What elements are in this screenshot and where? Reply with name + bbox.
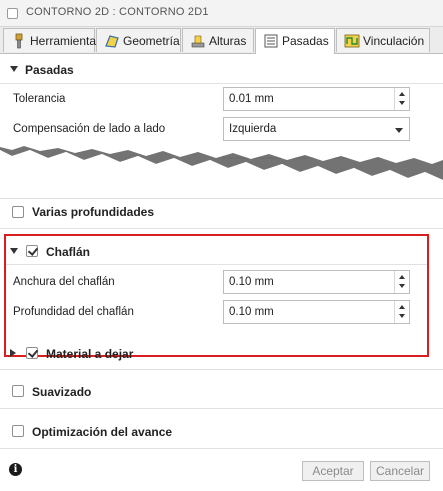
compensacion-select[interactable]: Izquierda — [223, 117, 410, 141]
window-title: CONTORNO 2D : CONTORNO 2D1 — [26, 6, 209, 18]
profundidad-chaflan-label: Profundidad del chaflán — [13, 306, 134, 318]
profundidad-chaflan-input[interactable]: 0.10 mm — [223, 300, 410, 324]
tab-vinculacion-label: Vinculación — [363, 34, 425, 48]
separator — [0, 83, 443, 84]
tab-alturas[interactable]: Alturas — [182, 28, 254, 52]
pasadas-collapse-arrow[interactable] — [10, 66, 18, 72]
tab-herramienta[interactable]: Herramienta — [3, 28, 97, 52]
varias-profundidades-checkbox[interactable] — [12, 206, 24, 218]
optimizacion-avance-checkbox[interactable] — [12, 425, 24, 437]
separator — [0, 369, 443, 370]
material-a-dejar-label: Material a dejar — [46, 347, 134, 361]
title-bar: CONTORNO 2D : CONTORNO 2D1 — [0, 0, 443, 27]
profundidad-chaflan-stepper[interactable] — [394, 301, 409, 323]
separator — [6, 264, 427, 265]
anchura-chaflan-label: Anchura del chaflán — [13, 276, 115, 288]
passes-icon — [264, 34, 278, 48]
separator — [0, 448, 443, 449]
compensacion-value: Izquierda — [229, 123, 277, 135]
chaflan-section-title: Chaflán — [46, 245, 91, 259]
tab-pasadas[interactable]: Pasadas — [255, 28, 335, 54]
separator — [0, 228, 443, 229]
chaflan-checkbox[interactable] — [26, 245, 38, 257]
material-a-dejar-checkbox[interactable] — [26, 347, 38, 359]
tab-alturas-label: Alturas — [209, 34, 247, 48]
separator — [0, 198, 443, 199]
pasadas-section-title: Pasadas — [25, 63, 74, 77]
tool-icon — [15, 33, 23, 49]
varias-profundidades-label: Varias profundidades — [32, 205, 155, 219]
geometry-icon — [105, 35, 119, 48]
chevron-down-icon — [395, 128, 403, 133]
tab-bar: Herramienta Geometría Alturas Pasadas Vi… — [0, 27, 443, 54]
tab-geometria[interactable]: Geometría — [96, 28, 181, 52]
tolerancia-input[interactable]: 0.01 mm — [223, 87, 410, 111]
suavizado-label: Suavizado — [32, 385, 92, 399]
tolerancia-label: Tolerancia — [13, 93, 66, 105]
tab-vinculacion[interactable]: Vinculación — [336, 28, 430, 52]
suavizado-checkbox[interactable] — [12, 385, 24, 397]
anchura-chaflan-stepper[interactable] — [394, 271, 409, 293]
optimizacion-avance-label: Optimización del avance — [32, 425, 173, 439]
heights-icon — [191, 35, 205, 48]
tolerancia-stepper[interactable] — [394, 88, 409, 110]
accept-button[interactable]: Aceptar — [302, 461, 364, 481]
anchura-chaflan-value: 0.10 mm — [229, 276, 274, 288]
linking-icon — [344, 34, 360, 48]
anchura-chaflan-input[interactable]: 0.10 mm — [223, 270, 410, 294]
chaflan-collapse-arrow[interactable] — [10, 248, 18, 254]
tab-geometria-label: Geometría — [123, 34, 180, 48]
profundidad-chaflan-value: 0.10 mm — [229, 306, 274, 318]
tolerancia-value: 0.01 mm — [229, 93, 274, 105]
info-icon[interactable]: i — [9, 463, 22, 476]
cancel-button[interactable]: Cancelar — [370, 461, 430, 481]
compensacion-label: Compensación de lado a lado — [13, 123, 166, 135]
tab-herramienta-label: Herramienta — [30, 34, 97, 48]
window-icon — [7, 8, 18, 19]
tab-pasadas-label: Pasadas — [282, 34, 329, 48]
separator — [0, 408, 443, 409]
material-expand-arrow[interactable] — [10, 349, 16, 357]
